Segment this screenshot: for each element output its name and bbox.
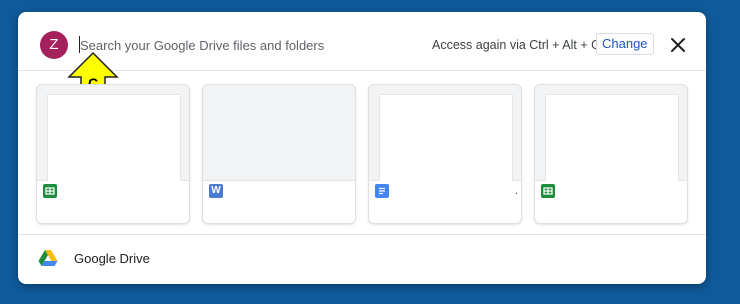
file-card[interactable] [36,84,190,224]
file-thumbnail [535,85,687,181]
drive-footer[interactable]: Google Drive [18,234,706,284]
file-thumbnail [369,85,521,181]
google-drive-link[interactable]: Google Drive [74,251,150,266]
change-shortcut-button[interactable]: Change [596,33,654,55]
google-drive-icon [38,250,58,266]
file-card[interactable]: W [202,84,356,224]
docs-icon [375,184,389,198]
recent-files: W . [36,84,688,224]
file-thumbnail [37,85,189,181]
drive-search-dialog: Z Access again via Ctrl + Alt + G Change… [18,12,706,284]
sheets-icon [541,184,555,198]
file-card[interactable]: . [368,84,522,224]
word-icon: W [209,184,223,198]
shortcut-hint: Access again via Ctrl + Alt + G [432,38,601,52]
sheets-icon [43,184,57,198]
close-icon[interactable] [668,35,688,55]
search-input[interactable] [80,32,380,58]
file-thumbnail [203,85,355,181]
file-name: . [515,185,519,197]
file-card[interactable] [534,84,688,224]
